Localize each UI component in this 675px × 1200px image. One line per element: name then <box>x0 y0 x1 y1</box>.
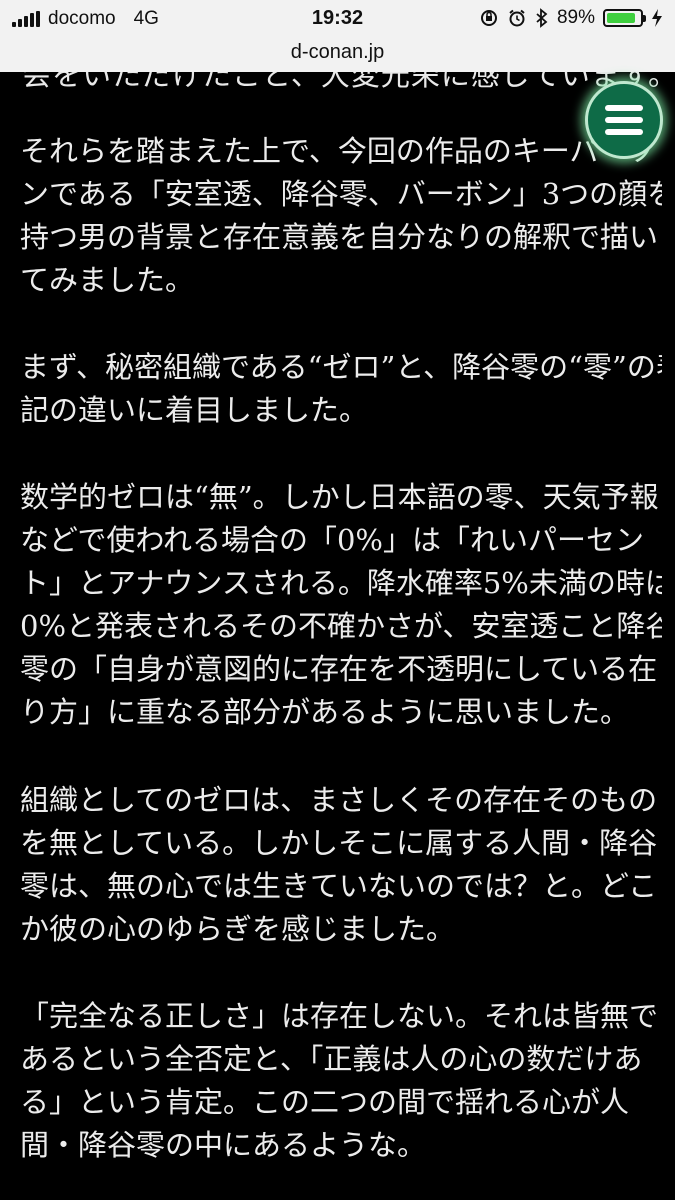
battery-level-fill <box>607 13 636 23</box>
text-line: 零は、無の心では生きていないのでは？と。どこ <box>20 869 658 903</box>
text-line: てみました。 <box>20 263 195 297</box>
text-line: まず、秘密組織である“ゼロ”と、降谷零の“零”の表 <box>20 350 662 384</box>
text-line: 間・降谷零の中にあるような。 <box>20 1128 427 1162</box>
alarm-icon <box>509 9 525 27</box>
article-content: 会をいただけたこと、大変光栄に感じています。 それらを踏まえた上で、今回の作品の… <box>0 72 675 1200</box>
paragraph-5: 「完全なる正しさ」は存在しない。それは皆無で あるという全否定と、「正義は人の心… <box>20 995 662 1167</box>
menu-button[interactable] <box>585 81 663 159</box>
text-line: 持つ男の背景と存在意義を自分なりの解釈で描い <box>20 220 659 254</box>
paragraph-1: それらを踏まえた上で、今回の作品のキーパーソ ンである「安室透、降谷零、バーボン… <box>20 130 662 302</box>
status-bar: docomo 4G 19:32 89% <box>0 0 675 38</box>
battery-percent: 89% <box>556 7 595 28</box>
battery-icon <box>603 9 646 27</box>
hamburger-menu-icon <box>605 105 643 135</box>
text-line: を無としている。しかしそこに属する人間・降谷 <box>20 826 658 860</box>
address-bar[interactable]: d-conan.jp <box>0 38 675 72</box>
charging-icon <box>652 9 662 27</box>
text-line: 記の違いに着目しました。 <box>20 393 369 427</box>
text-line: ト」とアナウンスされる。降水確率5%未満の時は <box>20 566 662 600</box>
text-line: それらを踏まえた上で、今回の作品のキーパーソ <box>20 134 657 168</box>
text-line: 0%と発表されるその不確かさが、安室透こと降谷 <box>20 609 662 643</box>
text-line: る」という肯定。この二つの間で揺れる心が人 <box>20 1085 630 1119</box>
text-line: り方」に重なる部分があるように思いました。 <box>20 695 630 729</box>
text-line: ンである「安室透、降谷零、バーボン」3つの顔を <box>20 177 662 211</box>
paragraph-3: 数学的ゼロは“無”。しかし日本語の零、天気予報 などで使われる場合の「0%」は「… <box>20 476 662 734</box>
text-line: 「完全なる正しさ」は存在しない。それは皆無で <box>20 999 659 1033</box>
url-text: d-conan.jp <box>290 41 385 63</box>
text-line: あるという全否定と、「正義は人の心の数だけあ <box>20 1042 643 1076</box>
text-line: などで使われる場合の「0%」は「れいパーセン <box>20 523 644 557</box>
status-bar-right: 89% <box>479 7 663 29</box>
text-line: 数学的ゼロは“無”。しかし日本語の零、天気予報 <box>20 480 659 514</box>
bluetooth-icon <box>536 8 548 28</box>
partial-top-line: 会をいただけたこと、大変光栄に感じています。 <box>22 72 675 92</box>
paragraph-2: まず、秘密組織である“ゼロ”と、降谷零の“零”の表 記の違いに着目しました。 <box>20 346 662 432</box>
text-line: か彼の心のゆらぎを感じました。 <box>20 912 456 946</box>
rotation-lock-icon <box>480 10 497 26</box>
paragraph-4: 組織としてのゼロは、まさしくその存在そのもの を無としている。しかしそこに属する… <box>20 779 662 951</box>
text-line: 零の「自身が意図的に存在を不透明にしている在 <box>20 652 658 686</box>
text-line: 組織としてのゼロは、まさしくその存在そのもの <box>20 783 658 817</box>
